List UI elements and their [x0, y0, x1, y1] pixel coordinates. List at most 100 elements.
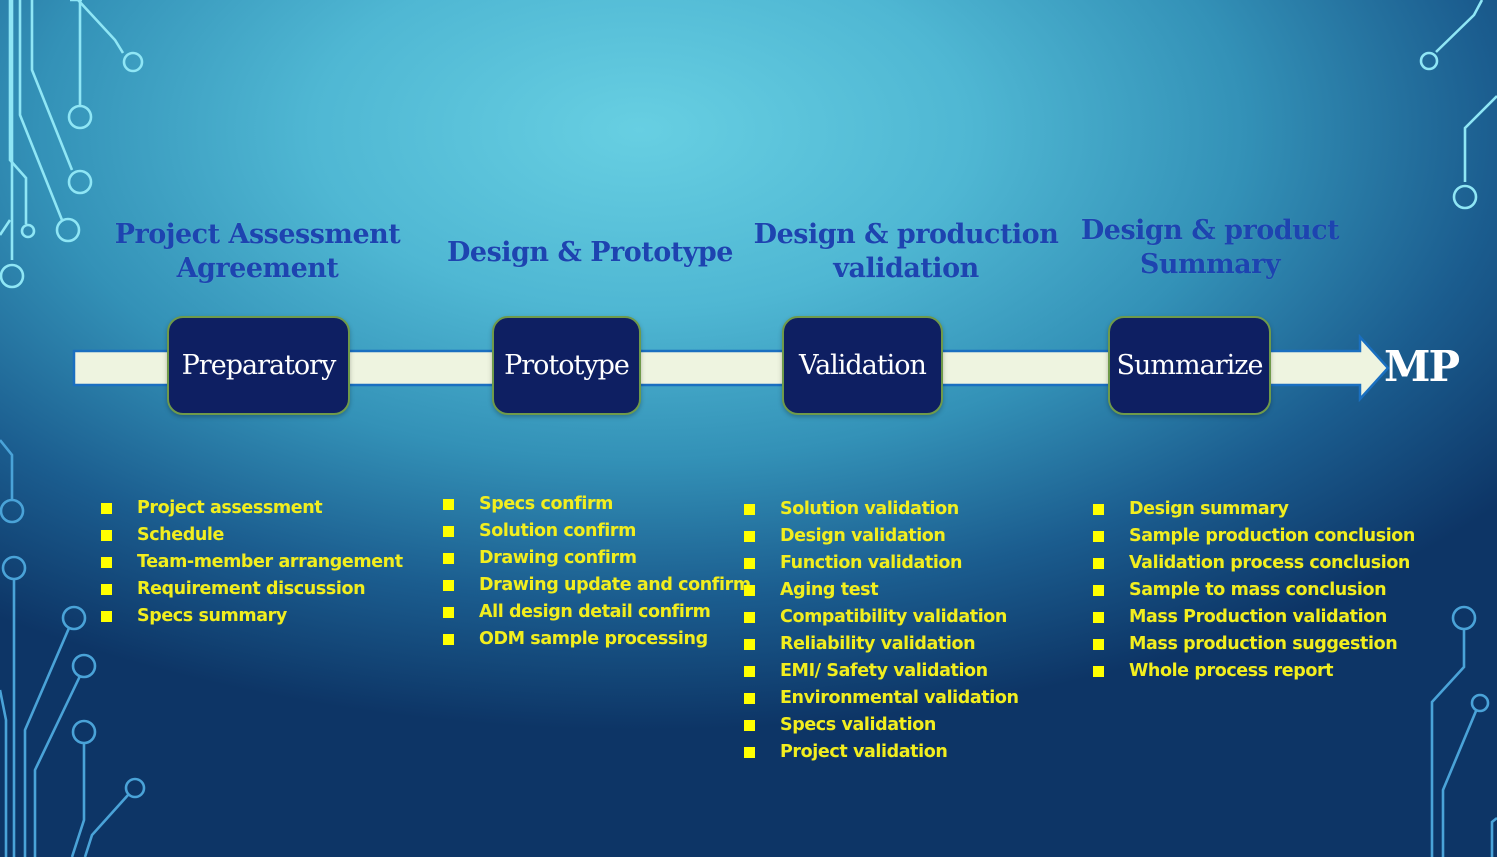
square-bullet-icon	[744, 693, 755, 704]
stage-box-summarize[interactable]: Summarize	[1108, 316, 1271, 415]
phase-title-line: validation	[833, 253, 979, 284]
task-item: EMI/ Safety validation	[744, 658, 1019, 685]
phase-title-line: Design & product	[1080, 215, 1340, 246]
phase-title-line: Design & production	[753, 219, 1059, 250]
phase-title-preparatory: Project Assessment Agreement	[110, 218, 405, 286]
stage-label: Preparatory	[181, 350, 337, 381]
task-item: Aging test	[744, 577, 1019, 604]
task-label: Specs validation	[780, 715, 936, 735]
square-bullet-icon	[443, 634, 454, 645]
square-bullet-icon	[1093, 585, 1104, 596]
task-label: Team-member arrangement	[137, 552, 403, 572]
task-label: Drawing confirm	[479, 548, 637, 568]
task-label: Project assessment	[137, 498, 323, 518]
square-bullet-icon	[744, 720, 755, 731]
phase-title-line: Summary	[1139, 249, 1281, 280]
phase-title-prototype: Design & Prototype	[440, 236, 740, 270]
task-label: Project validation	[780, 742, 948, 762]
task-item: All design detail confirm	[443, 599, 751, 626]
square-bullet-icon	[744, 612, 755, 623]
square-bullet-icon	[744, 747, 755, 758]
square-bullet-icon	[1093, 531, 1104, 542]
square-bullet-icon	[1093, 639, 1104, 650]
square-bullet-icon	[744, 666, 755, 677]
square-bullet-icon	[744, 531, 755, 542]
task-item: Schedule	[101, 522, 403, 549]
task-item: Specs confirm	[443, 491, 751, 518]
task-item: Environmental validation	[744, 685, 1019, 712]
square-bullet-icon	[101, 530, 112, 541]
task-label: Validation process conclusion	[1129, 553, 1410, 573]
square-bullet-icon	[1093, 612, 1104, 623]
task-label: Reliability validation	[780, 634, 976, 654]
task-list-prototype: Specs confirm Solution confirm Drawing con…	[443, 491, 751, 653]
task-item: Compatibility validation	[744, 604, 1019, 631]
square-bullet-icon	[1093, 504, 1104, 515]
task-label: Sample to mass conclusion	[1129, 580, 1387, 600]
square-bullet-icon	[744, 585, 755, 596]
task-list-validation: Solution validation Design validation Func…	[744, 496, 1019, 766]
task-item: Project assessment	[101, 495, 403, 522]
square-bullet-icon	[744, 504, 755, 515]
task-item: Drawing update and confirm	[443, 572, 751, 599]
stage-box-preparatory[interactable]: Preparatory	[167, 316, 350, 415]
task-item: Specs validation	[744, 712, 1019, 739]
square-bullet-icon	[1093, 666, 1104, 677]
task-label: Design validation	[780, 526, 946, 546]
task-label: Drawing update and confirm	[479, 575, 751, 595]
stage-label: Summarize	[1116, 350, 1264, 381]
stage-box-validation[interactable]: Validation	[782, 316, 943, 415]
task-item: Drawing confirm	[443, 545, 751, 572]
task-label: Mass Production validation	[1129, 607, 1387, 627]
task-item: Sample production conclusion	[1093, 523, 1415, 550]
square-bullet-icon	[1093, 558, 1104, 569]
task-label: ODM sample processing	[479, 629, 708, 649]
task-item: ODM sample processing	[443, 626, 751, 653]
task-label: Specs confirm	[479, 494, 614, 514]
square-bullet-icon	[443, 580, 454, 591]
task-label: Whole process report	[1129, 661, 1334, 681]
phase-title-line: Project Assessment	[114, 219, 401, 250]
task-item: Validation process conclusion	[1093, 550, 1415, 577]
task-item: Solution validation	[744, 496, 1019, 523]
task-label: Mass production suggestion	[1129, 634, 1398, 654]
square-bullet-icon	[101, 611, 112, 622]
stage-label: Validation	[799, 350, 927, 381]
task-label: Solution validation	[780, 499, 959, 519]
task-item: Reliability validation	[744, 631, 1019, 658]
task-item: Design validation	[744, 523, 1019, 550]
task-item: Mass production suggestion	[1093, 631, 1415, 658]
stage-box-prototype[interactable]: Prototype	[492, 316, 641, 415]
task-item: Function validation	[744, 550, 1019, 577]
square-bullet-icon	[443, 499, 454, 510]
square-bullet-icon	[443, 553, 454, 564]
square-bullet-icon	[443, 526, 454, 537]
task-item: Sample to mass conclusion	[1093, 577, 1415, 604]
square-bullet-icon	[101, 557, 112, 568]
task-label: Sample production conclusion	[1129, 526, 1415, 546]
phase-title-summarize: Design & product Summary	[1070, 214, 1350, 282]
task-label: EMI/ Safety validation	[780, 661, 988, 681]
phase-title-line: Agreement	[176, 253, 339, 284]
task-item: Team-member arrangement	[101, 549, 403, 576]
square-bullet-icon	[101, 503, 112, 514]
square-bullet-icon	[443, 607, 454, 618]
phase-title-line: Design & Prototype	[447, 237, 733, 268]
task-label: All design detail confirm	[479, 602, 711, 622]
square-bullet-icon	[744, 639, 755, 650]
task-item: Design summary	[1093, 496, 1415, 523]
task-list-preparatory: Project assessment Schedule Team-member ar…	[101, 495, 403, 630]
task-item: Specs summary	[101, 603, 403, 630]
square-bullet-icon	[744, 558, 755, 569]
square-bullet-icon	[101, 584, 112, 595]
phase-title-validation: Design & production validation	[750, 218, 1062, 286]
task-label: Aging test	[780, 580, 879, 600]
task-list-summarize: Design summary Sample production conclusi…	[1093, 496, 1415, 685]
task-label: Function validation	[780, 553, 963, 573]
mp-endpoint-label: MP	[1384, 342, 1460, 391]
task-item: Project validation	[744, 739, 1019, 766]
task-item: Mass Production validation	[1093, 604, 1415, 631]
task-label: Environmental validation	[780, 688, 1019, 708]
task-label: Solution confirm	[479, 521, 636, 541]
task-label: Compatibility validation	[780, 607, 1007, 627]
